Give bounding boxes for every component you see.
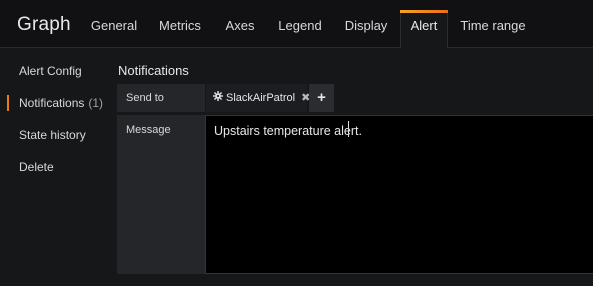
editor-title: Graph (17, 14, 71, 35)
tab-legend[interactable]: Legend (274, 10, 326, 48)
tab-time-range[interactable]: Time range (458, 10, 528, 48)
sidebar-item-state-history[interactable]: State history (0, 124, 110, 146)
text-cursor (348, 121, 349, 137)
sidebar-item-notifications[interactable]: Notifications (1) (0, 92, 110, 114)
notification-channel-list: SlackAirPatrol ✖ (206, 84, 310, 112)
tab-alert[interactable]: Alert (400, 10, 448, 48)
sidebar-item-delete[interactable]: Delete (0, 156, 110, 178)
tab-display[interactable]: Display (340, 10, 392, 48)
sidebar-item-label: Notifications (19, 96, 85, 110)
gear-icon (213, 91, 223, 105)
send-to-label: Send to (117, 84, 205, 112)
editor-header: Graph General Metrics Axes Legend Displa… (0, 0, 593, 48)
tab-metrics[interactable]: Metrics (152, 10, 208, 48)
channel-tag-label: SlackAirPatrol (226, 92, 296, 104)
channel-tag[interactable]: SlackAirPatrol ✖ (213, 91, 310, 105)
alert-editor-page: Graph General Metrics Axes Legend Displa… (0, 0, 593, 286)
message-textarea[interactable]: Upstairs temperature alert. (205, 115, 593, 274)
section-title: Notifications (118, 63, 189, 78)
sidebar-item-label: Delete (19, 160, 54, 174)
sidebar-item-label: State history (19, 128, 86, 142)
tab-general[interactable]: General (82, 10, 146, 48)
notification-count: (1) (88, 96, 104, 110)
tab-axes[interactable]: Axes (218, 10, 262, 48)
add-channel-button[interactable]: + (309, 84, 334, 112)
sidebar-item-label: Alert Config (19, 64, 82, 78)
sidebar-item-alert-config[interactable]: Alert Config (0, 60, 110, 82)
message-label: Message (117, 115, 205, 274)
